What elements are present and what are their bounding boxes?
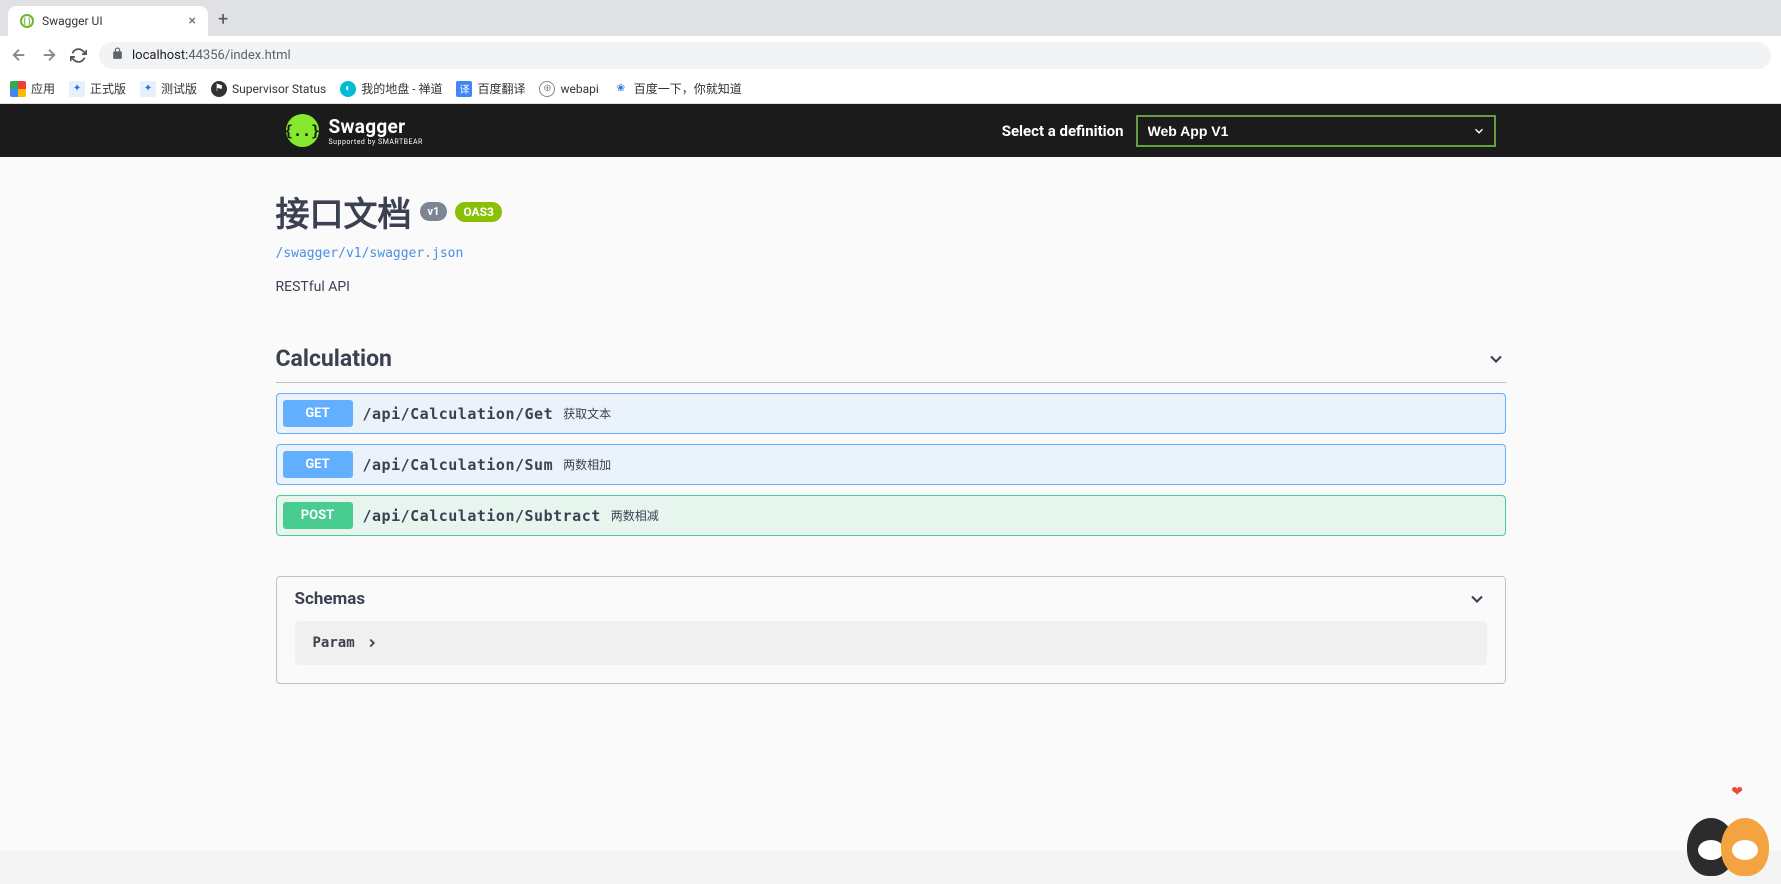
definition-label: Select a definition bbox=[1002, 122, 1124, 140]
doc-icon: ✦ bbox=[140, 81, 156, 97]
bookmark-item[interactable]: ⊕ webapi bbox=[539, 81, 598, 97]
close-tab-icon[interactable]: × bbox=[189, 13, 196, 29]
operation-path: /api/Calculation/Subtract bbox=[363, 507, 601, 525]
supervisor-icon: ⚑ bbox=[211, 81, 227, 97]
back-button[interactable] bbox=[10, 46, 28, 64]
lock-icon bbox=[111, 47, 124, 64]
schema-item-param[interactable]: Param bbox=[295, 621, 1487, 665]
baidu-icon: ❀ bbox=[613, 81, 629, 97]
doc-icon: ✦ bbox=[69, 81, 85, 97]
method-badge: GET bbox=[283, 451, 353, 478]
method-badge: POST bbox=[283, 502, 353, 529]
chevron-down-icon bbox=[1467, 589, 1487, 609]
bookmark-item[interactable]: ❀ 百度一下，你就知道 bbox=[613, 80, 742, 97]
api-info: 接口文档 v1 OAS3 /swagger/v1/swagger.json RE… bbox=[276, 187, 1506, 295]
forward-button[interactable] bbox=[40, 46, 58, 64]
oas-badge: OAS3 bbox=[455, 202, 502, 222]
address-bar[interactable]: localhost:44356/index.html bbox=[99, 42, 1771, 69]
url-display: localhost:44356/index.html bbox=[132, 48, 291, 63]
api-description: RESTful API bbox=[276, 279, 1506, 295]
operation-summary: 获取文本 bbox=[563, 405, 611, 422]
schemas-title: Schemas bbox=[295, 589, 366, 609]
tag-name: Calculation bbox=[276, 345, 392, 372]
schemas-section: Schemas Param bbox=[276, 576, 1506, 684]
translate-icon: 译 bbox=[456, 81, 472, 97]
swagger-json-link[interactable]: /swagger/v1/swagger.json bbox=[276, 246, 464, 261]
definition-selector: Select a definition Web App V1 bbox=[1002, 115, 1496, 147]
definition-select[interactable]: Web App V1 bbox=[1136, 115, 1496, 147]
swagger-main: 接口文档 v1 OAS3 /swagger/v1/swagger.json RE… bbox=[256, 157, 1526, 714]
operation-path: /api/Calculation/Get bbox=[363, 405, 554, 423]
operation-post-calculation-subtract[interactable]: POST /api/Calculation/Subtract 两数相减 bbox=[276, 495, 1506, 536]
mascot-dog-icon bbox=[1721, 818, 1769, 876]
nav-bar: localhost:44356/index.html bbox=[0, 36, 1781, 74]
operation-summary: 两数相减 bbox=[611, 507, 659, 524]
operation-path: /api/Calculation/Sum bbox=[363, 456, 554, 474]
operation-get-calculation-get[interactable]: GET /api/Calculation/Get 获取文本 bbox=[276, 393, 1506, 434]
chevron-down-icon bbox=[1486, 349, 1506, 369]
api-title: 接口文档 v1 OAS3 bbox=[276, 187, 1506, 236]
schema-name: Param bbox=[313, 635, 355, 651]
swagger-topbar: {..} Swagger Supported by SMARTBEAR Sele… bbox=[0, 104, 1781, 157]
bookmark-item[interactable]: ✦ 正式版 bbox=[69, 80, 126, 97]
schemas-header[interactable]: Schemas bbox=[277, 577, 1505, 621]
swagger-favicon-icon: { } bbox=[20, 14, 34, 28]
bookmark-item[interactable]: ⚑ Supervisor Status bbox=[211, 81, 326, 97]
tag-header[interactable]: Calculation bbox=[276, 335, 1506, 383]
mascot-corner[interactable]: ❤ bbox=[1683, 786, 1773, 876]
operation-summary: 两数相加 bbox=[563, 456, 611, 473]
bookmark-item[interactable]: ✦ 测试版 bbox=[140, 80, 197, 97]
reload-button[interactable] bbox=[70, 47, 87, 64]
swagger-logo[interactable]: {..} Swagger Supported by SMARTBEAR bbox=[286, 114, 423, 147]
apps-icon bbox=[10, 81, 26, 97]
bookmark-item[interactable]: 译 百度翻译 bbox=[456, 80, 525, 97]
tab-title: Swagger UI bbox=[42, 14, 103, 28]
operation-get-calculation-sum[interactable]: GET /api/Calculation/Sum 两数相加 bbox=[276, 444, 1506, 485]
method-badge: GET bbox=[283, 400, 353, 427]
tag-section-calculation: Calculation GET /api/Calculation/Get 获取文… bbox=[276, 335, 1506, 536]
tab-bar: { } Swagger UI × + bbox=[0, 0, 1781, 36]
browser-tab[interactable]: { } Swagger UI × bbox=[8, 6, 208, 36]
browser-chrome: { } Swagger UI × + localhost:44356/index… bbox=[0, 0, 1781, 104]
version-badge: v1 bbox=[420, 202, 448, 221]
globe-icon: ⊕ bbox=[539, 81, 555, 97]
bookmark-apps[interactable]: 应用 bbox=[10, 80, 55, 97]
chevron-right-icon bbox=[365, 636, 379, 650]
swagger-logo-icon: {..} bbox=[286, 114, 319, 147]
heart-icon: ❤ bbox=[1731, 784, 1743, 800]
zentao-icon: ◐ bbox=[340, 81, 356, 97]
new-tab-button[interactable]: + bbox=[208, 3, 238, 36]
bookmark-item[interactable]: ◐ 我的地盘 - 禅道 bbox=[340, 80, 442, 97]
bookmark-bar: 应用 ✦ 正式版 ✦ 测试版 ⚑ Supervisor Status ◐ 我的地… bbox=[0, 74, 1781, 104]
